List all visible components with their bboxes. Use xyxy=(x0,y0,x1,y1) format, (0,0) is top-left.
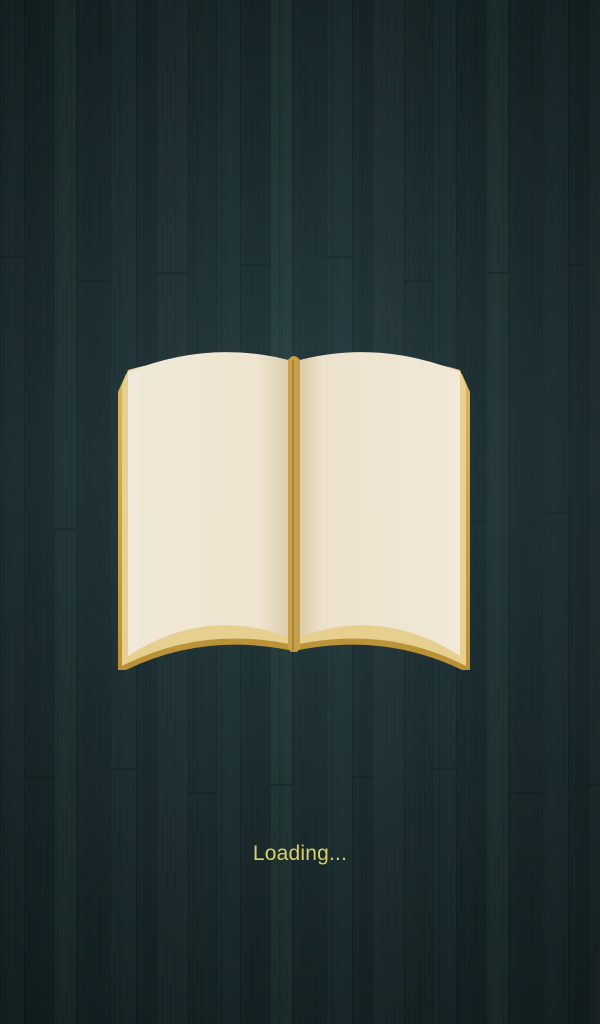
loading-text: Loading... xyxy=(252,842,348,865)
open-book-icon xyxy=(118,352,470,670)
splash-screen: Loading... xyxy=(0,0,600,1024)
